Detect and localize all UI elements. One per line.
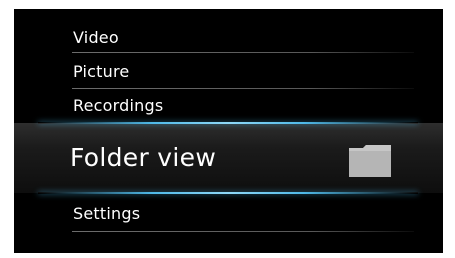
tv-menu-screen: Video Picture Recordings Folder view Set… xyxy=(14,9,443,253)
folder-icon xyxy=(349,145,391,177)
menu-item-folder-view[interactable]: Folder view xyxy=(14,123,443,193)
menu-item-label: Recordings xyxy=(73,96,164,115)
menu-item-recordings[interactable]: Recordings xyxy=(14,92,443,120)
menu-divider xyxy=(72,52,414,53)
menu-item-picture[interactable]: Picture xyxy=(14,57,443,85)
menu-divider xyxy=(72,231,414,232)
menu-item-label-selected: Folder view xyxy=(70,143,217,172)
menu-item-label: Picture xyxy=(73,62,130,81)
menu-divider xyxy=(72,88,414,89)
menu-item-video[interactable]: Video xyxy=(14,23,443,51)
menu-item-label: Settings xyxy=(73,204,141,223)
menu-item-label: Video xyxy=(73,28,119,47)
menu-item-settings[interactable]: Settings xyxy=(14,199,443,227)
